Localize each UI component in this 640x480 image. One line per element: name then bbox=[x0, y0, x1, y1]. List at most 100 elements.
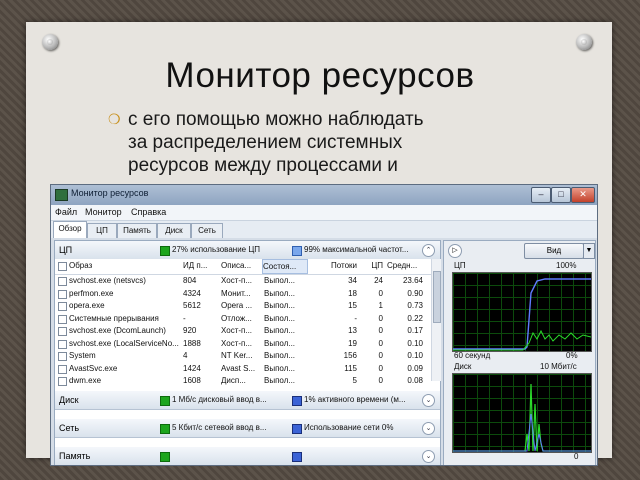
column-status[interactable]: Состоя... bbox=[262, 259, 308, 274]
cpu-usage-text: 27% использование ЦП bbox=[172, 245, 261, 254]
disk-graph-min: 0 bbox=[574, 452, 579, 461]
cell-desc: Монит... bbox=[221, 288, 251, 298]
scrollbar-thumb[interactable] bbox=[433, 271, 441, 323]
cell-threads: 34 bbox=[348, 276, 357, 285]
table-row[interactable]: dwm.exe 1608 Дисп... Выпол... 5 0 0.08 bbox=[55, 375, 431, 386]
network-usage-text: Использование сети 0% bbox=[304, 423, 394, 432]
cell-threads: 15 bbox=[348, 301, 357, 310]
cell-cpu: 0 bbox=[378, 363, 383, 373]
tab-memory[interactable]: Память bbox=[117, 223, 157, 238]
row-checkbox[interactable] bbox=[58, 352, 67, 361]
cell-state: Выпол... bbox=[264, 276, 296, 285]
cell-avg: 0.22 bbox=[407, 313, 423, 323]
tab-network[interactable]: Сеть bbox=[191, 223, 223, 238]
cpu-graph bbox=[452, 272, 592, 352]
cpu-graph-svg bbox=[453, 278, 591, 351]
row-checkbox[interactable] bbox=[58, 302, 67, 311]
row-checkbox[interactable] bbox=[58, 289, 67, 299]
view-dropdown-icon[interactable]: ▼ bbox=[583, 243, 595, 259]
maximize-button[interactable]: □ bbox=[551, 187, 571, 203]
cell-cpu: 1 bbox=[378, 301, 383, 310]
column-pid[interactable]: ИД п... bbox=[183, 261, 219, 270]
menu-file[interactable]: Файл bbox=[55, 207, 77, 217]
column-cpu[interactable]: ЦП bbox=[359, 261, 383, 270]
cpu-section-header[interactable]: ЦП 27% использование ЦП 99% максимальной… bbox=[55, 241, 440, 260]
cell-desc: NT Ker... bbox=[221, 351, 253, 360]
row-checkbox[interactable] bbox=[58, 377, 67, 386]
cell-avg: 0.73 bbox=[407, 301, 423, 310]
cell-cpu: 0 bbox=[378, 376, 383, 385]
cell-avg: 0.10 bbox=[407, 338, 423, 348]
column-average[interactable]: Средн... bbox=[387, 261, 427, 270]
tab-overview[interactable]: Обзор bbox=[53, 221, 87, 239]
table-row[interactable]: AvastSvc.exe 1424 Avast S... Выпол... 115 0 0.… bbox=[55, 363, 431, 374]
disk-active-line bbox=[453, 413, 591, 452]
network-io-legend-icon bbox=[160, 424, 170, 434]
cell-name: svchost.exe (DcomLaunch) bbox=[69, 326, 166, 335]
close-button[interactable]: ✕ bbox=[571, 187, 595, 203]
row-checkbox[interactable] bbox=[58, 327, 67, 336]
column-description[interactable]: Описа... bbox=[221, 261, 261, 270]
collapse-icon[interactable]: ⌃ bbox=[422, 244, 435, 257]
view-button[interactable]: Вид bbox=[524, 243, 584, 259]
cpu-table-scrollbar[interactable] bbox=[431, 259, 441, 381]
table-row[interactable]: svchost.exe (LocalServiceNo... 1888 Хост-п… bbox=[55, 338, 431, 349]
cell-cpu: 24 bbox=[374, 276, 383, 285]
column-image[interactable]: Образ bbox=[69, 261, 169, 270]
pin-icon bbox=[576, 34, 592, 50]
network-section-header[interactable]: Сеть 5 Кбит/с сетевой ввод в... Использо… bbox=[55, 419, 440, 438]
bullet-line: за распределением системных bbox=[128, 132, 403, 153]
disk-io-line bbox=[453, 383, 591, 452]
table-row[interactable]: svchost.exe (netsvcs) 804 Хост-п... Выпол..… bbox=[55, 275, 431, 286]
disk-active-legend-icon bbox=[292, 396, 302, 406]
row-checkbox[interactable] bbox=[58, 339, 67, 349]
cell-avg: 23.64 bbox=[402, 276, 423, 285]
cell-cpu: 0 bbox=[378, 313, 383, 323]
cell-name: perfmon.exe bbox=[69, 288, 114, 298]
menu-monitor[interactable]: Монитор bbox=[85, 207, 122, 217]
cpu-graph-min: 0% bbox=[566, 351, 578, 360]
tab-bar: Обзор ЦП Память Диск Сеть bbox=[51, 221, 597, 239]
disk-section-title: Диск bbox=[59, 395, 79, 405]
content-area: ЦП 27% использование ЦП 99% максимальной… bbox=[51, 238, 597, 465]
cell-name: svchost.exe (LocalServiceNo... bbox=[69, 338, 179, 348]
memory-section-header[interactable]: Память ⌄ bbox=[55, 447, 440, 465]
cell-desc: Хост-п... bbox=[221, 276, 253, 285]
memory-section-title: Память bbox=[59, 451, 91, 461]
table-row[interactable]: opera.exe 5612 Opera ... Выпол... 15 1 0.73 bbox=[55, 300, 431, 311]
cpu-section-title: ЦП bbox=[59, 245, 73, 255]
cell-avg: 0.09 bbox=[407, 363, 423, 373]
collapse-panel-icon[interactable]: ▷ bbox=[448, 244, 462, 258]
cell-state: Выпол... bbox=[264, 326, 296, 335]
expand-icon[interactable]: ⌄ bbox=[422, 450, 435, 463]
table-row[interactable]: Системные прерывания - Отлож... Выпол... - 0 0… bbox=[55, 313, 431, 324]
table-row[interactable]: perfmon.exe 4324 Монит... Выпол... 18 0 0.90 bbox=[55, 288, 431, 299]
expand-icon[interactable]: ⌄ bbox=[422, 394, 435, 407]
menu-help[interactable]: Справка bbox=[131, 207, 166, 217]
cell-state: Выпол... bbox=[264, 376, 296, 385]
cell-threads: - bbox=[354, 313, 357, 323]
select-all-checkbox[interactable] bbox=[58, 262, 67, 271]
network-section-title: Сеть bbox=[59, 423, 80, 433]
row-checkbox[interactable] bbox=[58, 314, 67, 324]
window-titlebar[interactable]: Монитор ресурсов – □ ✕ bbox=[51, 185, 597, 205]
disk-section-header[interactable]: Диск 1 Мб/с дисковый ввод в... 1% активн… bbox=[55, 391, 440, 410]
disk-io-text: 1 Мб/с дисковый ввод в... bbox=[172, 395, 267, 404]
column-threads[interactable]: Потоки bbox=[311, 261, 357, 270]
cell-desc: Avast S... bbox=[221, 363, 256, 373]
minimize-button[interactable]: – bbox=[531, 187, 551, 203]
cell-pid: 5612 bbox=[183, 301, 201, 310]
tab-cpu[interactable]: ЦП bbox=[87, 223, 117, 238]
table-row[interactable]: System 4 NT Ker... Выпол... 156 0 0.10 bbox=[55, 350, 431, 361]
expand-icon[interactable]: ⌄ bbox=[422, 422, 435, 435]
row-checkbox[interactable] bbox=[58, 277, 67, 286]
cpu-usage-legend-icon bbox=[160, 246, 170, 256]
disk-io-legend-icon bbox=[160, 396, 170, 406]
table-row[interactable]: svchost.exe (DcomLaunch) 920 Хост-п... Выпо… bbox=[55, 325, 431, 336]
overview-panel: ЦП 27% использование ЦП 99% максимальной… bbox=[54, 240, 441, 465]
tab-disk[interactable]: Диск bbox=[157, 223, 191, 238]
cell-cpu: 0 bbox=[378, 288, 383, 298]
row-checkbox[interactable] bbox=[58, 364, 67, 374]
cell-state: Выпол... bbox=[264, 363, 296, 373]
cell-pid: 4324 bbox=[183, 288, 201, 298]
